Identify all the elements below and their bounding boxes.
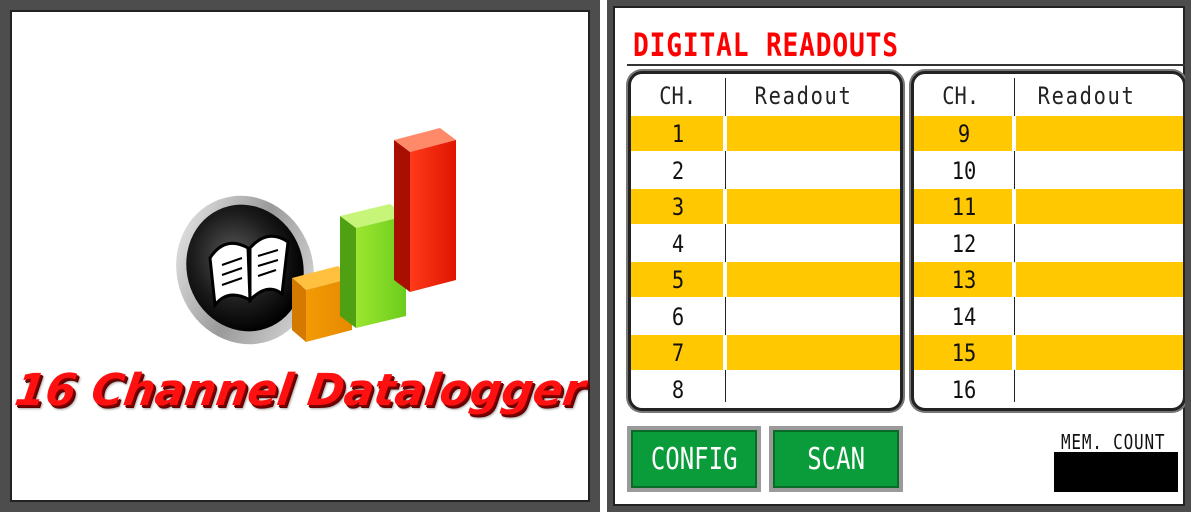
column-header-ch: CH. — [942, 82, 980, 110]
row-separator — [723, 189, 727, 224]
channel-number: 11 — [951, 193, 977, 221]
table-row: 12 — [914, 226, 1183, 261]
channel-number: 15 — [951, 339, 977, 367]
table-row: 3 — [631, 189, 900, 224]
row-separator — [1012, 189, 1016, 224]
channel-number: 3 — [671, 193, 685, 221]
table-row: 15 — [914, 335, 1183, 370]
column-header-readout: Readout — [754, 82, 853, 110]
mem-count-label: MEM. COUNT — [1061, 430, 1166, 454]
table-row: 11 — [914, 189, 1183, 224]
channel-number: 12 — [951, 229, 977, 258]
channel-number: 16 — [951, 375, 977, 404]
title-divider — [627, 64, 1185, 66]
table-row: 1 — [631, 116, 900, 151]
row-separator — [1012, 262, 1016, 297]
readout-table-left: CH. Readout 1 2 3 4 5 6 7 8 — [628, 71, 903, 411]
scan-button-label: SCAN — [807, 441, 865, 477]
channel-number: 4 — [671, 229, 685, 258]
scan-button[interactable]: SCAN — [769, 426, 903, 492]
row-separator — [1012, 116, 1016, 151]
mem-count-display — [1054, 452, 1178, 492]
row-separator — [1012, 335, 1016, 370]
channel-number: 7 — [671, 339, 685, 367]
channel-number: 9 — [957, 120, 971, 148]
channel-number: 6 — [671, 302, 685, 331]
table-row: 9 — [914, 116, 1183, 151]
channel-number: 1 — [671, 120, 685, 148]
table-row: 16 — [914, 372, 1183, 407]
splash-panel: 16 Channel Datalogger — [0, 0, 600, 512]
table-row: 8 — [631, 372, 900, 407]
channel-number: 14 — [951, 302, 977, 331]
channel-number: 5 — [671, 266, 685, 294]
bar-chart-icon — [292, 128, 456, 342]
table-row: 2 — [631, 153, 900, 188]
channel-number: 2 — [671, 156, 685, 185]
datalogger-logo-icon — [176, 128, 456, 345]
table-row: 6 — [631, 299, 900, 334]
row-separator — [723, 116, 727, 151]
splash-title: 16 Channel Datalogger — [11, 365, 589, 416]
table-row: 14 — [914, 299, 1183, 334]
channel-number: 8 — [671, 375, 685, 404]
table-header: CH. Readout — [631, 74, 900, 114]
table-row: 13 — [914, 262, 1183, 297]
channel-number: 13 — [951, 266, 977, 294]
table-row: 10 — [914, 153, 1183, 188]
readout-table-right: CH. Readout 9 10 11 12 13 14 15 16 — [911, 71, 1185, 411]
row-separator — [723, 335, 727, 370]
column-header-readout: Readout — [1037, 82, 1136, 110]
readouts-panel: DIGITAL READOUTS CH. Readout 12345678 CH… — [607, 0, 1191, 512]
row-separator — [723, 262, 727, 297]
column-header-ch: CH. — [659, 82, 697, 110]
channel-number: 10 — [951, 156, 977, 185]
table-row: 7 — [631, 335, 900, 370]
page-title: DIGITAL READOUTS — [633, 26, 899, 64]
table-header: CH. Readout — [914, 74, 1183, 114]
config-button-label: CONFIG — [650, 441, 738, 477]
config-button[interactable]: CONFIG — [627, 426, 761, 492]
table-row: 4 — [631, 226, 900, 261]
table-row: 5 — [631, 262, 900, 297]
